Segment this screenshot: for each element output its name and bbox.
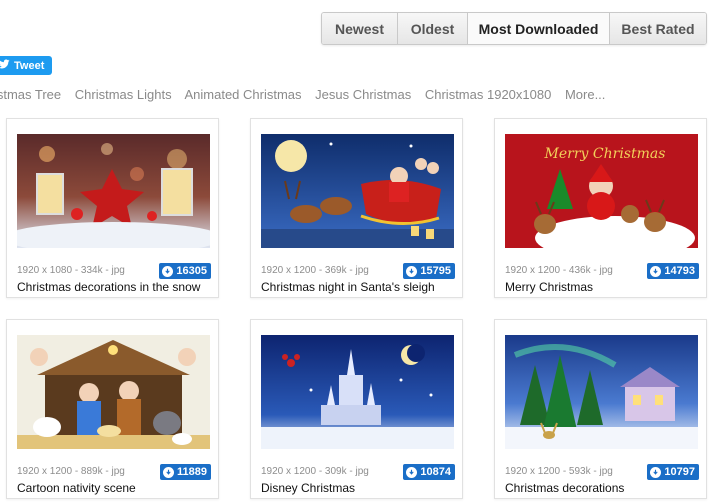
wallpaper-card[interactable]: 1920 x 1200 - 593k - jpg 10797 Christmas… [494, 319, 707, 499]
tag-christmas-lights[interactable]: Christmas Lights [75, 87, 172, 102]
download-count-badge: 11889 [160, 464, 211, 480]
download-icon [163, 466, 175, 478]
download-count-badge: 16305 [159, 263, 211, 279]
wallpaper-card[interactable]: 1920 x 1200 - 889k - jpg 11889 Cartoon n… [6, 319, 219, 499]
wallpaper-thumbnail[interactable] [505, 335, 698, 449]
wallpaper-thumbnail[interactable] [261, 134, 454, 248]
tab-best-rated[interactable]: Best Rated [610, 13, 706, 44]
download-count: 15795 [420, 265, 451, 277]
wallpaper-thumbnail[interactable] [261, 335, 454, 449]
download-icon [650, 466, 662, 478]
tag-christmas-tree[interactable]: Christmas Tree [0, 87, 61, 102]
download-count: 10874 [420, 466, 451, 478]
download-icon [650, 265, 662, 277]
wallpaper-card[interactable]: Merry Christmas 1920 x 1200 - 436k - jpg… [494, 118, 707, 298]
download-count: 14793 [664, 265, 695, 277]
wallpaper-meta: 1920 x 1080 - 334k - jpg [17, 265, 125, 276]
tag-jesus-christmas[interactable]: Jesus Christmas [315, 87, 411, 102]
wallpaper-thumbnail[interactable] [17, 335, 210, 449]
wallpaper-meta: 1920 x 1200 - 593k - jpg [505, 466, 613, 477]
download-count-badge: 14793 [647, 263, 699, 279]
merry-christmas-image-text: Merry Christmas [544, 146, 666, 162]
wallpaper-card[interactable]: 1920 x 1200 - 309k - jpg 10874 Disney Ch… [250, 319, 463, 499]
tag-list: Christmas Tree Christmas Lights Animated… [0, 87, 615, 102]
wallpaper-title[interactable]: Disney Christmas [261, 481, 355, 495]
download-icon [162, 265, 174, 277]
tab-oldest[interactable]: Oldest [398, 13, 468, 44]
wallpaper-meta: 1920 x 1200 - 436k - jpg [505, 265, 613, 276]
tag-animated-christmas[interactable]: Animated Christmas [184, 87, 301, 102]
wallpaper-title[interactable]: Christmas decorations in the snow [17, 280, 200, 294]
download-count: 16305 [176, 265, 207, 277]
wallpaper-card[interactable]: 1920 x 1200 - 369k - jpg 15795 Christmas… [250, 118, 463, 298]
tag-more[interactable]: More... [565, 87, 605, 102]
tab-newest[interactable]: Newest [322, 13, 398, 44]
wallpaper-title[interactable]: Merry Christmas [505, 280, 593, 294]
wallpaper-thumbnail[interactable] [17, 134, 210, 248]
wallpaper-thumbnail[interactable]: Merry Christmas [505, 134, 698, 248]
wallpaper-card[interactable]: 1920 x 1080 - 334k - jpg 16305 Christmas… [6, 118, 219, 298]
tab-most-downloaded[interactable]: Most Downloaded [468, 13, 610, 44]
wallpaper-title[interactable]: Christmas night in Santa's sleigh [261, 280, 435, 294]
download-count-badge: 15795 [403, 263, 455, 279]
wallpaper-meta: 1920 x 1200 - 369k - jpg [261, 265, 369, 276]
tweet-button[interactable]: Tweet [0, 56, 52, 75]
wallpaper-meta: 1920 x 1200 - 309k - jpg [261, 466, 369, 477]
download-icon [406, 466, 418, 478]
download-count: 11889 [177, 466, 207, 478]
download-count-badge: 10874 [403, 464, 455, 480]
tweet-label: Tweet [14, 59, 45, 72]
download-icon [406, 265, 418, 277]
download-count-badge: 10797 [647, 464, 699, 480]
wallpaper-title[interactable]: Cartoon nativity scene [17, 481, 136, 495]
download-count: 10797 [664, 466, 695, 478]
wallpaper-title[interactable]: Christmas decorations [505, 481, 624, 495]
twitter-bird-icon [0, 58, 10, 73]
tag-christmas-1920x1080[interactable]: Christmas 1920x1080 [425, 87, 551, 102]
sort-tabs: Newest Oldest Most Downloaded Best Rated [321, 12, 707, 45]
wallpaper-meta: 1920 x 1200 - 889k - jpg [17, 466, 125, 477]
